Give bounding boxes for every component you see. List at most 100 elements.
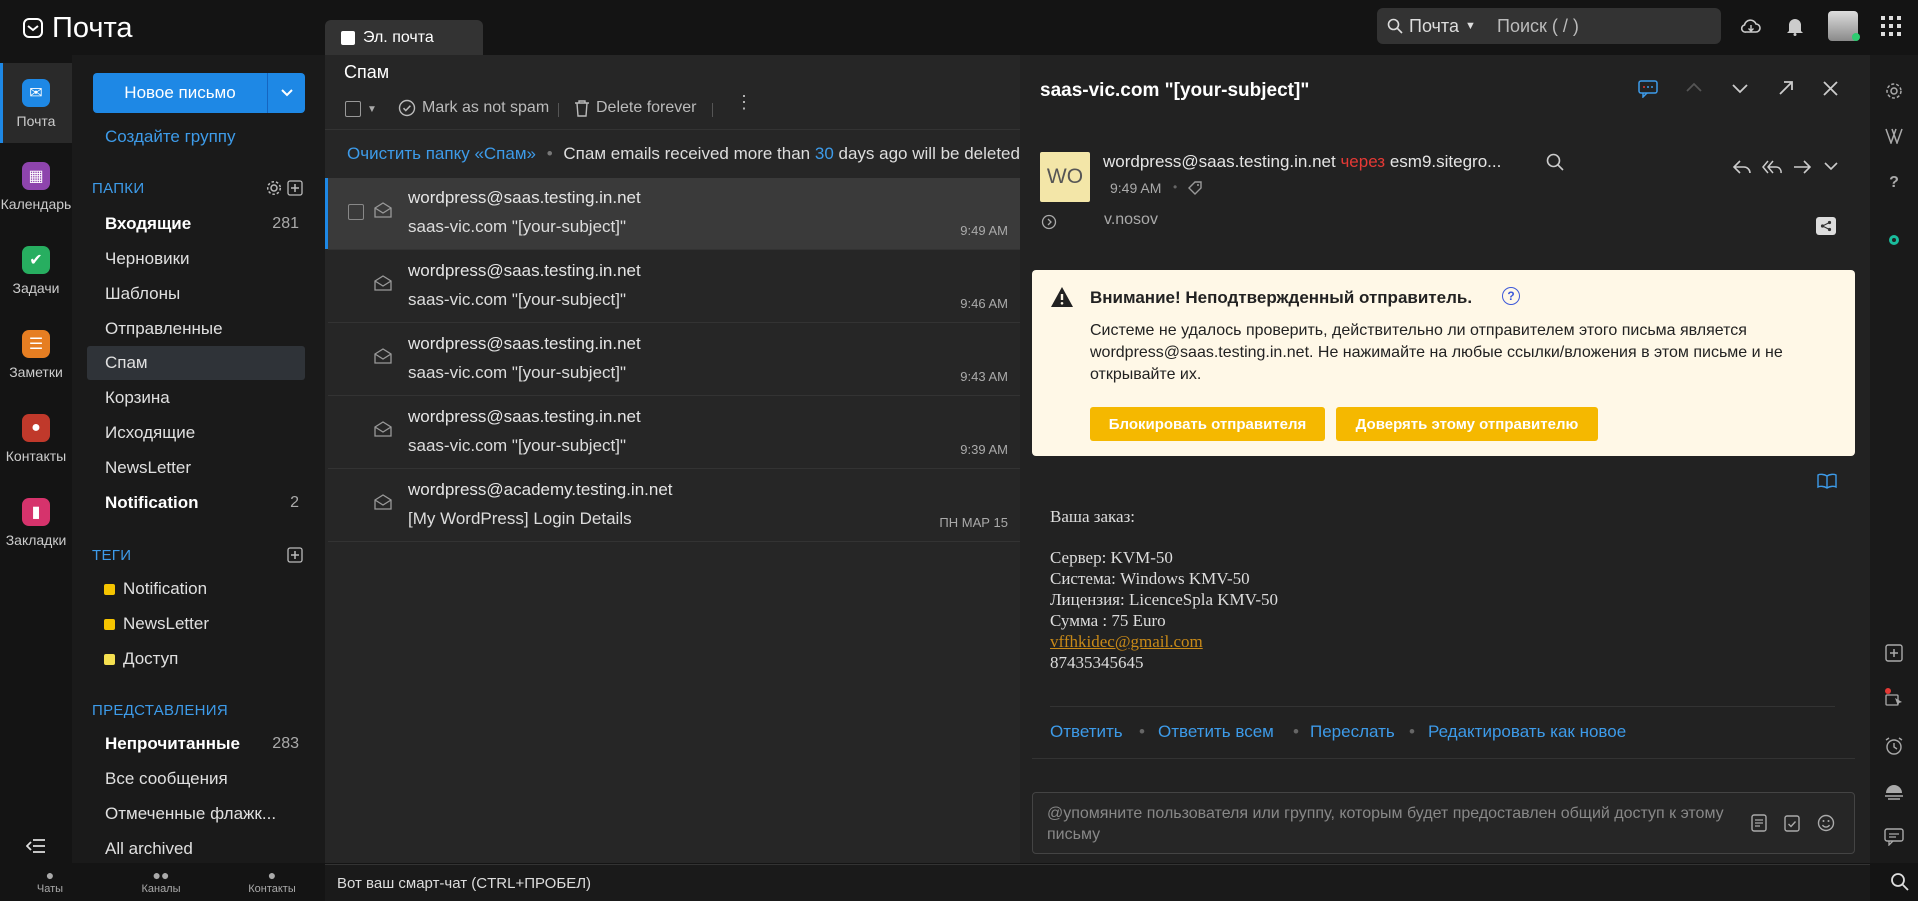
clean-folder-link[interactable]: Очистить папку «Спам» — [347, 144, 536, 163]
block-sender-button[interactable]: Блокировать отправителя — [1090, 407, 1325, 441]
folder-trash[interactable]: Корзина — [87, 381, 305, 415]
tag-notification[interactable]: Notification — [87, 572, 305, 606]
rail-item-calendar[interactable]: ▦ Календарь — [0, 162, 72, 222]
rail-item-contacts[interactable]: ● Контакты — [0, 414, 72, 474]
tag-label: Notification — [123, 579, 208, 598]
email-link[interactable]: vffhkidec@gmail.com — [1050, 632, 1203, 652]
row-checkbox[interactable] — [348, 204, 364, 220]
recipient: v.nosov — [1104, 211, 1158, 228]
folder-sent[interactable]: Отправленные — [87, 312, 305, 346]
comment-thread-icon[interactable] — [1638, 80, 1658, 98]
notes-icon[interactable] — [1751, 814, 1767, 832]
view-all-messages[interactable]: Все сообщения — [87, 762, 305, 796]
cloud-sync-icon[interactable] — [1737, 12, 1765, 40]
add-tag-icon[interactable] — [287, 547, 303, 563]
message-row[interactable]: wordpress@academy.testing.in.net [My Wor… — [328, 470, 1020, 542]
contacts-button[interactable]: ● Контакты — [232, 867, 312, 895]
view-label: Непрочитанные — [105, 734, 240, 753]
more-vertical-icon[interactable]: ⋮ — [735, 93, 753, 111]
help-icon[interactable]: ? — [1882, 171, 1906, 195]
forward-icon[interactable] — [1793, 160, 1811, 174]
tag-icon[interactable] — [1187, 180, 1203, 196]
bell-icon[interactable] — [1781, 12, 1809, 40]
trust-sender-button[interactable]: Доверять этому отправителю — [1336, 407, 1598, 441]
select-all-checkbox[interactable] — [345, 101, 361, 117]
person-icon: ● — [267, 867, 277, 883]
via-host: esm9.sitegro... — [1389, 152, 1502, 171]
reply-icon[interactable] — [1733, 160, 1751, 174]
edit-as-new-link[interactable]: Редактировать как новое — [1428, 722, 1626, 742]
emoji-icon[interactable] — [1817, 814, 1835, 832]
search-icon[interactable] — [1890, 872, 1910, 892]
tag-newsletter[interactable]: NewsLetter — [87, 607, 305, 641]
channels-button[interactable]: ●● Каналы — [121, 867, 201, 895]
sender-address[interactable]: wordpress@saas.testing.in.net — [1103, 152, 1336, 171]
reply-all-link[interactable]: Ответить всем — [1158, 722, 1274, 742]
reply-all-icon[interactable] — [1762, 160, 1782, 174]
folder-notification[interactable]: Notification 2 — [87, 486, 305, 520]
search-bar[interactable]: Почта ▼ Поиск ( / ) — [1377, 8, 1721, 44]
tab-email[interactable]: Эл. почта — [325, 20, 483, 55]
chevron-down-icon[interactable]: ▼ — [367, 104, 377, 115]
chat-icon[interactable] — [1882, 825, 1906, 849]
close-icon[interactable] — [1823, 81, 1838, 96]
folder-spam[interactable]: Спам — [87, 346, 305, 380]
search-input[interactable]: Поиск ( / ) — [1497, 16, 1579, 37]
theme-toggle-icon[interactable] — [1882, 780, 1906, 804]
folder-newsletter[interactable]: NewsLetter — [87, 451, 305, 485]
folder-outbox[interactable]: Исходящие — [87, 416, 305, 450]
new-mail-button[interactable]: Новое письмо — [93, 73, 305, 113]
cursor-tasks-icon[interactable] — [1882, 686, 1906, 710]
message-time: 9:39 AM — [960, 442, 1008, 457]
message-row[interactable]: wordpress@saas.testing.in.net saas-vic.c… — [328, 397, 1020, 469]
rail-item-notes[interactable]: ☰ Заметки — [0, 330, 72, 390]
task-clipboard-icon[interactable] — [1784, 814, 1800, 832]
view-unread[interactable]: Непрочитанные 283 — [87, 727, 305, 761]
folder-templates[interactable]: Шаблоны — [87, 277, 305, 311]
add-widget-icon[interactable] — [1882, 641, 1906, 665]
folder-title: Спам — [344, 62, 390, 82]
reply-link[interactable]: Ответить — [1050, 722, 1123, 742]
view-all-archived[interactable]: All archived — [87, 832, 305, 866]
expand-details-icon[interactable] — [1041, 214, 1057, 230]
tag-access[interactable]: Доступ — [87, 642, 305, 676]
add-folder-icon[interactable] — [287, 180, 303, 196]
extension-icon[interactable] — [1882, 228, 1906, 252]
chevron-down-icon[interactable] — [1732, 84, 1748, 94]
message-row[interactable]: wordpress@saas.testing.in.net saas-vic.c… — [325, 178, 1020, 250]
message-row[interactable]: wordpress@saas.testing.in.net saas-vic.c… — [328, 251, 1020, 323]
share-icon[interactable] — [1816, 217, 1836, 235]
forward-link[interactable]: Переслать — [1310, 722, 1395, 742]
rail-item-tasks[interactable]: ✔ Задачи — [0, 246, 72, 306]
smart-chat-input[interactable]: Вот ваш смарт-чат (CTRL+ПРОБЕЛ) — [325, 864, 1870, 901]
folder-drafts[interactable]: Черновики — [87, 242, 305, 276]
collapse-sidebar-icon[interactable] — [26, 838, 46, 854]
rail-item-mail[interactable]: ✉ Почта — [0, 63, 72, 143]
new-mail-label[interactable]: Новое письмо — [93, 73, 267, 113]
chevron-down-icon[interactable] — [1824, 161, 1838, 171]
delete-forever-button[interactable]: Delete forever — [574, 99, 697, 117]
message-row[interactable]: wordpress@saas.testing.in.net saas-vic.c… — [328, 324, 1020, 396]
app-logo[interactable]: Почта — [22, 10, 133, 46]
message-subject: saas-vic.com "[your-subject]" — [408, 290, 627, 309]
chevron-up-icon[interactable] — [1686, 82, 1702, 92]
alarm-clock-icon[interactable] — [1882, 734, 1906, 758]
search-icon[interactable] — [1546, 153, 1564, 171]
zia-icon[interactable] — [1882, 124, 1906, 148]
apps-grid-icon[interactable] — [1877, 12, 1905, 40]
settings-icon[interactable] — [1882, 79, 1906, 103]
expand-icon[interactable] — [1778, 80, 1794, 96]
chats-button[interactable]: ● Чаты — [10, 867, 90, 895]
help-icon[interactable]: ? — [1502, 287, 1520, 305]
folder-inbox[interactable]: Входящие 281 — [87, 207, 305, 241]
new-mail-dropdown[interactable] — [267, 73, 305, 113]
view-flagged[interactable]: Отмеченные флажк... — [87, 797, 305, 831]
rail-item-bookmarks[interactable]: ▮ Закладки — [0, 498, 72, 558]
reader-view-icon[interactable] — [1817, 473, 1837, 489]
create-group-link[interactable]: Создайте группу — [105, 127, 235, 147]
mark-not-spam-button[interactable]: Mark as not spam — [398, 99, 549, 117]
folder-settings-icon[interactable] — [266, 180, 282, 196]
mail-logo-icon — [22, 17, 44, 39]
comment-input[interactable]: @упомяните пользователя или группу, кото… — [1032, 792, 1855, 854]
search-scope-select[interactable]: Почта ▼ — [1377, 16, 1497, 37]
